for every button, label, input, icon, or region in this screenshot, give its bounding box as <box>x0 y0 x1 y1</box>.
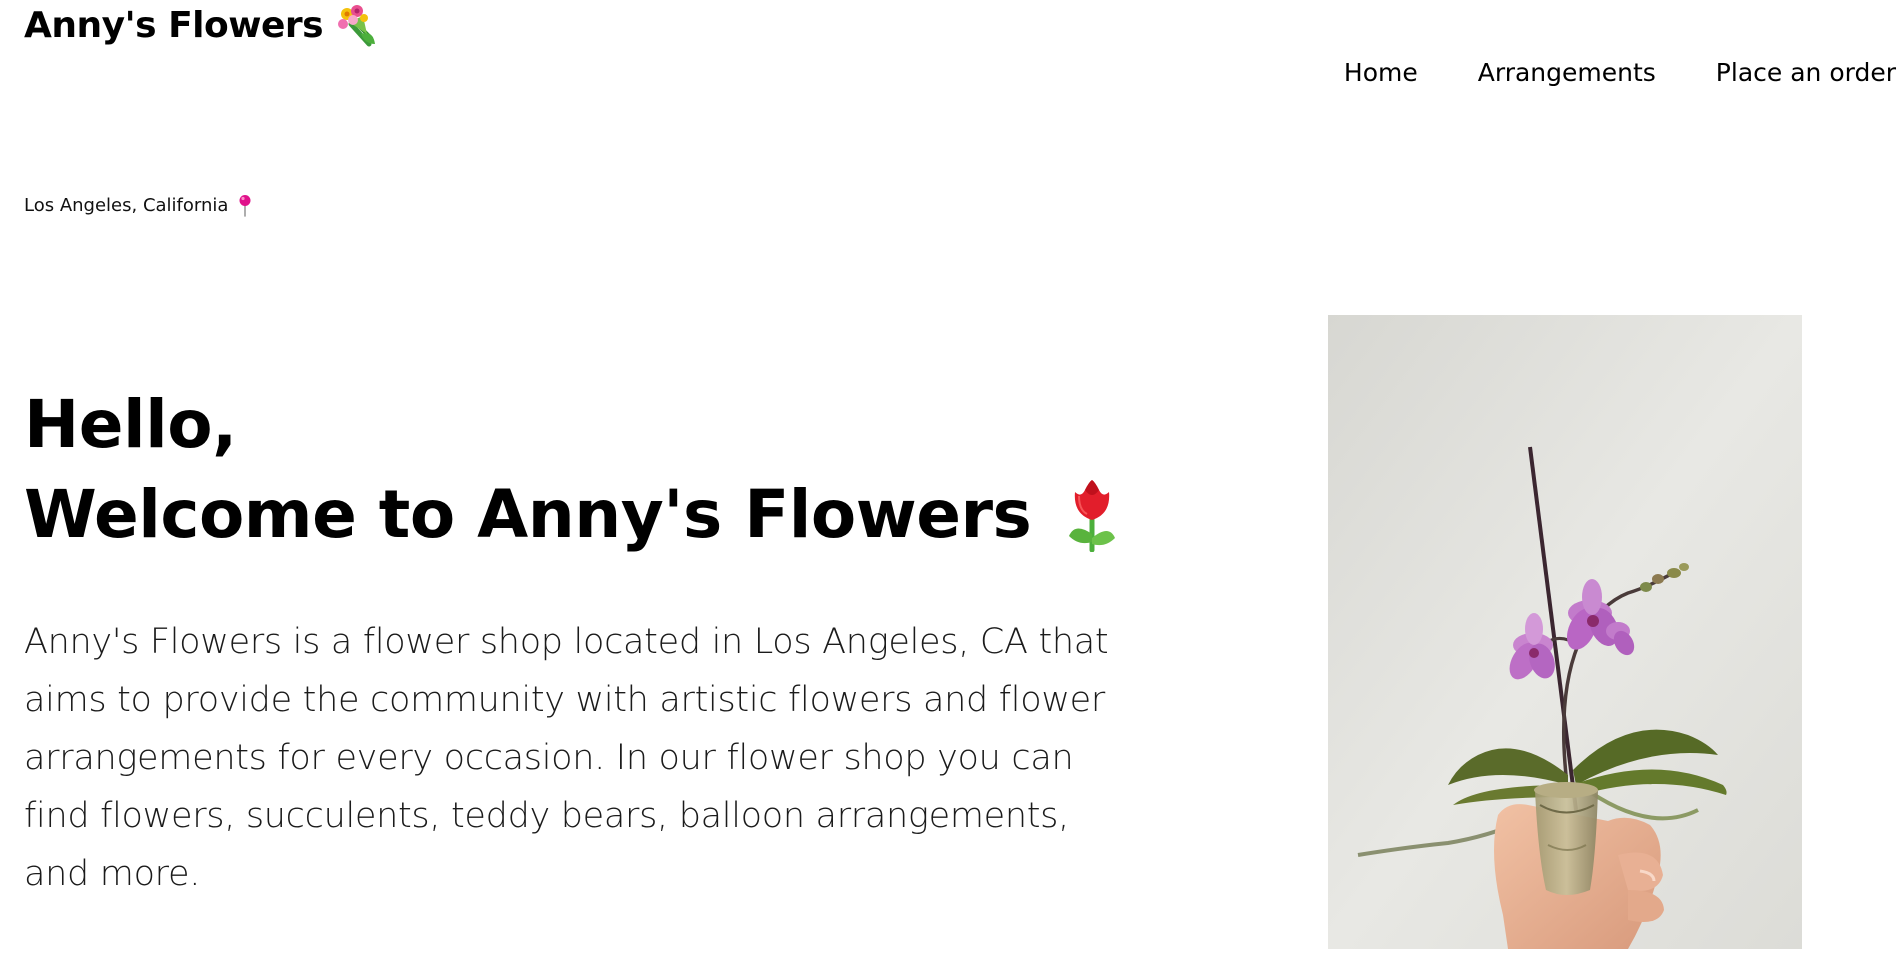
nav-arrangements[interactable]: Arrangements <box>1478 56 1656 90</box>
location-text: Los Angeles, California <box>24 195 229 216</box>
hero-title: Hello, Welcome to Anny's Flowers <box>24 380 1119 560</box>
hero-title-line2: Welcome to Anny's Flowers <box>24 476 1032 553</box>
nav-place-an-order[interactable]: Place an order <box>1716 56 1896 90</box>
page: Anny's Flowers Home Arrangements Place a… <box>0 0 1900 956</box>
nav-home[interactable]: Home <box>1344 56 1418 90</box>
main-nav: Home Arrangements Place an order <box>1344 56 1896 90</box>
brand-name: Anny's Flowers <box>24 5 324 46</box>
hero-title-line2-row: Welcome to Anny's Flowers <box>24 470 1119 560</box>
orchid-photo <box>1328 315 1802 949</box>
hero-description: Anny's Flowers is a flower shop located … <box>24 622 1109 894</box>
location: Los Angeles, California <box>24 193 253 219</box>
hero-title-line1: Hello, <box>24 386 237 463</box>
brand[interactable]: Anny's Flowers <box>24 4 379 48</box>
tulip-icon <box>1065 478 1119 553</box>
bouquet-icon <box>337 4 379 48</box>
pushpin-icon <box>237 194 253 218</box>
